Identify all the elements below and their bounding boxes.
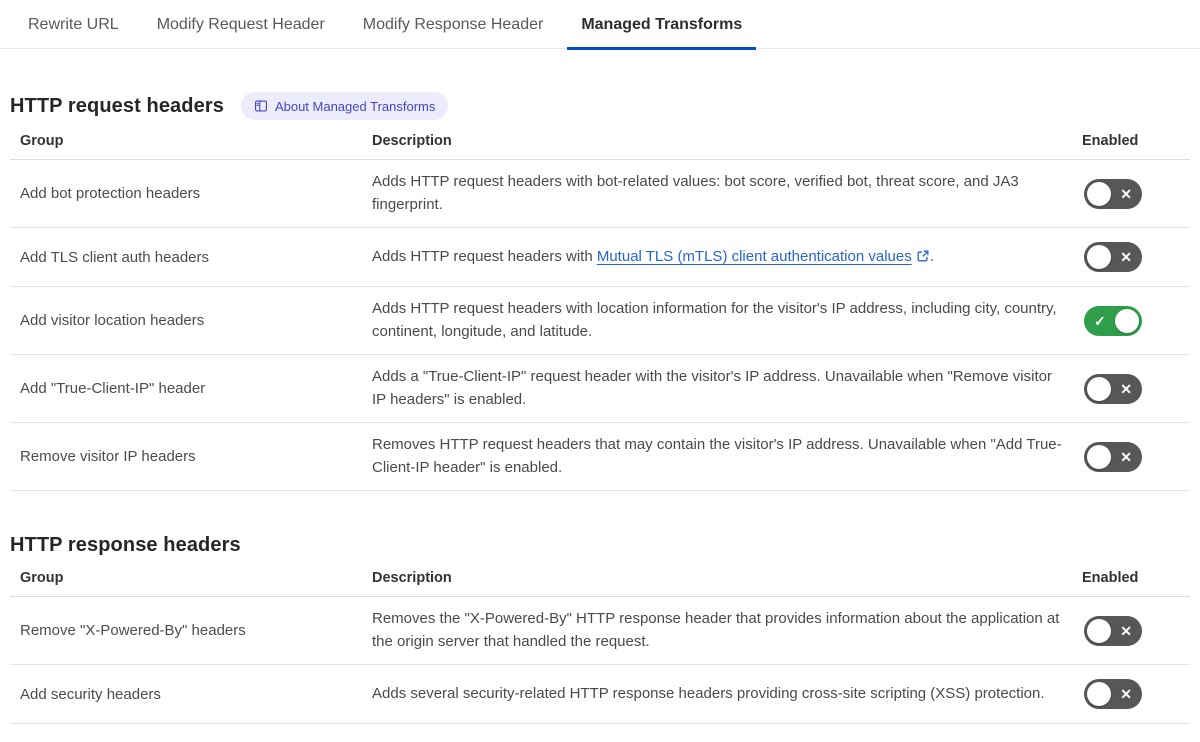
toggle-knob xyxy=(1087,376,1111,401)
description-cell: Removes the "X-Powered-By" HTTP response… xyxy=(372,610,1060,650)
about-managed-transforms-link[interactable]: About Managed Transforms xyxy=(240,92,449,120)
toggle-knob xyxy=(1087,618,1111,643)
tab-label: Managed Transforms xyxy=(581,15,743,33)
enabled-toggle[interactable]: ✕ xyxy=(1084,679,1142,709)
tab[interactable]: Modify Request Header xyxy=(143,0,339,49)
enabled-toggle[interactable]: ✓ xyxy=(1084,305,1142,336)
toggle-knob xyxy=(1087,245,1111,269)
tab[interactable]: Modify Response Header xyxy=(349,0,558,49)
tab[interactable]: Rewrite URL xyxy=(14,0,133,49)
description-cell: Adds a "True-Client-IP" request header w… xyxy=(372,368,1052,408)
column-header-description: Description xyxy=(372,570,452,586)
request-section-title: HTTP request headers xyxy=(10,94,224,117)
book-icon xyxy=(254,99,268,113)
response-headers-table: Group Description Enabled Remove "X-Powe… xyxy=(10,570,1190,724)
toggle-state-icon: ✕ xyxy=(1120,622,1132,639)
enabled-toggle[interactable]: ✕ xyxy=(1084,373,1142,404)
toggle-state-icon: ✕ xyxy=(1120,380,1132,397)
toggle-state-icon: ✕ xyxy=(1120,185,1132,202)
table-row: Remove "X-Powered-By" headers Removes th… xyxy=(10,597,1190,665)
column-header-enabled: Enabled xyxy=(1082,133,1139,149)
response-headers-section: HTTP response headers Group Description … xyxy=(10,534,1190,724)
toggle-knob xyxy=(1115,308,1139,333)
toggle-knob xyxy=(1087,682,1111,706)
toggle-knob xyxy=(1087,444,1111,469)
column-header-description: Description xyxy=(372,133,452,149)
group-cell: Add visitor location headers xyxy=(20,312,205,329)
description-cell: Adds HTTP request headers with Mutual TL… xyxy=(372,247,934,265)
group-cell: Add TLS client auth headers xyxy=(20,248,210,266)
table-row: Add bot protection headers Adds HTTP req… xyxy=(10,160,1190,228)
description-cell: Adds HTTP request headers with bot-relat… xyxy=(372,173,1019,213)
enabled-toggle[interactable]: ✕ xyxy=(1084,441,1142,472)
group-cell: Add security headers xyxy=(20,685,161,703)
column-header-group: Group xyxy=(20,570,64,586)
enabled-toggle[interactable]: ✕ xyxy=(1084,242,1142,272)
tab-label: Modify Request Header xyxy=(156,15,325,33)
external-link-icon xyxy=(916,249,930,263)
table-header-row: Group Description Enabled xyxy=(10,133,1190,160)
enabled-toggle[interactable]: ✕ xyxy=(1084,615,1142,646)
toggle-state-icon: ✕ xyxy=(1120,448,1132,465)
group-cell: Add bot protection headers xyxy=(20,185,201,202)
toggle-state-icon: ✕ xyxy=(1120,249,1132,265)
request-section-header: HTTP request headers About Managed Trans… xyxy=(10,92,1190,120)
group-cell: Remove "X-Powered-By" headers xyxy=(20,622,246,639)
toggle-knob xyxy=(1087,181,1111,206)
response-section-header: HTTP response headers xyxy=(10,534,1190,557)
table-row: Add "True-Client-IP" header Adds a "True… xyxy=(10,355,1190,423)
toggle-state-icon: ✕ xyxy=(1120,686,1132,702)
response-section-title: HTTP response headers xyxy=(10,534,241,556)
table-row: Add security headers Adds several securi… xyxy=(10,665,1190,724)
request-headers-section: HTTP request headers About Managed Trans… xyxy=(10,92,1190,491)
enabled-toggle[interactable]: ✕ xyxy=(1084,178,1142,209)
tab-label: Rewrite URL xyxy=(28,15,119,33)
column-header-group: Group xyxy=(20,133,64,149)
request-headers-table: Group Description Enabled Add bot protec… xyxy=(10,133,1190,491)
toggle-state-icon: ✓ xyxy=(1094,312,1106,329)
about-badge-label: About Managed Transforms xyxy=(274,98,436,114)
group-cell: Remove visitor IP headers xyxy=(20,448,196,465)
table-header-row: Group Description Enabled xyxy=(10,570,1190,597)
tab-bar: Rewrite URL Modify Request Header Modify… xyxy=(0,0,1200,50)
column-header-enabled: Enabled xyxy=(1082,570,1139,586)
tab-label: Modify Response Header xyxy=(362,15,544,33)
description-cell: Adds HTTP request headers with location … xyxy=(372,300,1057,340)
description-cell: Removes HTTP request headers that may co… xyxy=(372,436,1062,476)
group-cell: Add "True-Client-IP" header xyxy=(20,380,206,397)
table-row: Add TLS client auth headers Adds HTTP re… xyxy=(10,228,1190,287)
table-row: Add visitor location headers Adds HTTP r… xyxy=(10,287,1190,355)
table-row: Remove visitor IP headers Removes HTTP r… xyxy=(10,423,1190,491)
description-cell: Adds several security-related HTTP respo… xyxy=(372,684,1045,702)
tab[interactable]: Managed Transforms xyxy=(567,0,757,50)
managed-transforms-page: HTTP request headers About Managed Trans… xyxy=(0,92,1200,724)
mtls-docs-link[interactable]: Mutual TLS (mTLS) client authentication … xyxy=(597,248,930,265)
